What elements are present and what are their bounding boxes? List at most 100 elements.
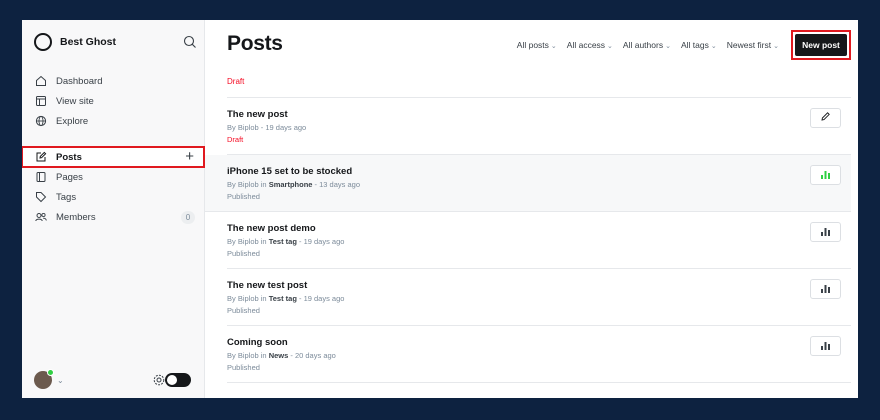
post-analytics-button[interactable]	[810, 336, 841, 356]
post-status: Published	[227, 306, 260, 315]
post-author: By Biplob in	[227, 180, 269, 189]
sidebar-item-label: View site	[56, 95, 94, 107]
filter-all-posts[interactable]: All posts ⌄	[517, 40, 557, 50]
post-status: Published	[227, 363, 260, 372]
gear-icon[interactable]	[152, 373, 166, 387]
new-post-button[interactable]: New post	[795, 34, 847, 56]
sidebar-item-label: Dashboard	[56, 75, 103, 87]
sidebar-item-label: Members	[56, 211, 96, 223]
post-tag[interactable]: News	[269, 351, 289, 360]
post-author: By Biplob in	[227, 351, 269, 360]
post-tag[interactable]: Smartphone	[269, 180, 313, 189]
nav-main: Posts + Pages Tags Members 0	[22, 146, 205, 227]
filter-all-access[interactable]: All access ⌄	[567, 40, 613, 50]
add-post-icon[interactable]: +	[185, 149, 194, 164]
chevron-down-icon: ⌄	[710, 43, 717, 50]
post-date: - 13 days ago	[312, 180, 360, 189]
sidebar-item-label: Posts	[56, 151, 82, 163]
post-meta: By Biplob - 19 days ago	[227, 123, 306, 132]
sort-newest-first[interactable]: Newest first ⌄	[727, 40, 779, 50]
post-author: By Biplob in	[227, 237, 269, 246]
post-date: - 20 days ago	[288, 351, 336, 360]
post-author: By Biplob in	[227, 294, 269, 303]
filter-label: All posts	[516, 40, 549, 50]
filter-label: All access	[566, 40, 606, 50]
post-analytics-button[interactable]	[810, 279, 841, 299]
filter-bar: All posts ⌄ All access ⌄ All authors ⌄ All …	[517, 40, 779, 50]
post-title[interactable]: The new test post	[227, 280, 307, 291]
post-title[interactable]: The new post	[227, 109, 288, 120]
post-status: Published	[227, 249, 260, 258]
filter-label: Newest first	[726, 40, 772, 50]
post-date: - 19 days ago	[296, 237, 345, 246]
tag-icon	[35, 191, 47, 203]
search-icon[interactable]	[182, 34, 198, 50]
post-meta: By Biplob in News - 20 days ago	[227, 351, 336, 360]
avatar[interactable]	[34, 369, 54, 389]
post-status: Published	[227, 192, 260, 201]
sidebar-item-posts[interactable]: Posts +	[22, 146, 205, 168]
filter-all-authors[interactable]: All authors ⌄	[623, 40, 671, 50]
site-logo-icon	[34, 33, 52, 51]
post-meta: By Biplob in Test tag - 19 days ago	[227, 237, 344, 246]
new-post-highlight: New post	[791, 30, 851, 60]
bar-chart-icon	[820, 337, 831, 355]
page-title: Posts	[227, 32, 283, 55]
chevron-down-icon: ⌄	[665, 43, 671, 50]
members-count-badge: 0	[181, 211, 195, 224]
post-author: By Biplob	[227, 123, 259, 132]
filter-label: All authors	[622, 40, 664, 50]
post-row[interactable]: Coming soon By Biplob in News - 20 days …	[227, 326, 851, 383]
edit-post-button[interactable]	[810, 108, 841, 128]
brand-name: Best Ghost	[60, 36, 117, 48]
sidebar-item-pages[interactable]: Pages	[22, 167, 204, 187]
home-icon	[35, 75, 47, 87]
dark-mode-toggle[interactable]	[165, 373, 191, 387]
filter-all-tags[interactable]: All tags ⌄	[681, 40, 717, 50]
sidebar-item-explore[interactable]: Explore	[22, 111, 204, 131]
pencil-icon	[820, 109, 831, 127]
main-content: Posts All posts ⌄ All access ⌄ All authors…	[205, 20, 858, 398]
post-analytics-button[interactable]	[810, 165, 841, 185]
chevron-down-icon: ⌄	[773, 43, 779, 50]
post-title[interactable]: iPhone 15 set to be stocked	[227, 166, 352, 177]
bar-chart-icon	[820, 166, 831, 184]
post-row[interactable]: iPhone 15 set to be stocked By Biplob in…	[205, 155, 851, 212]
sidebar-item-label: Tags	[56, 191, 77, 203]
post-title[interactable]: The new post demo	[227, 223, 316, 234]
sidebar-item-tags[interactable]: Tags	[22, 187, 204, 207]
post-status: Draft	[227, 135, 244, 144]
pencil-square-icon	[35, 151, 47, 163]
post-date: - 19 days ago	[258, 123, 307, 132]
sidebar-item-dashboard[interactable]: Dashboard	[22, 71, 204, 91]
post-date: - 19 days ago	[296, 294, 345, 303]
sidebar-item-label: Pages	[56, 171, 83, 183]
chevron-down-icon: ⌄	[550, 43, 557, 50]
post-tag[interactable]: Test tag	[269, 294, 297, 303]
members-icon	[35, 211, 47, 223]
brand[interactable]: Best Ghost	[34, 33, 116, 51]
toggle-knob	[167, 375, 177, 385]
post-meta: By Biplob in Smartphone - 13 days ago	[227, 180, 360, 189]
post-row[interactable]: The new post demo By Biplob in Test tag …	[227, 212, 851, 269]
sidebar-item-view-site[interactable]: View site	[22, 91, 204, 111]
bar-chart-icon	[820, 280, 831, 298]
chevron-down-icon: ⌄	[607, 43, 613, 50]
sidebar-item-members[interactable]: Members 0	[22, 207, 204, 227]
globe-icon	[35, 115, 47, 127]
draft-label: Draft	[227, 77, 245, 86]
filter-label: All tags	[680, 40, 709, 50]
pages-icon	[35, 171, 47, 183]
chevron-down-icon[interactable]: ⌄	[57, 376, 64, 385]
post-tag[interactable]: Test tag	[269, 237, 297, 246]
post-row[interactable]: The new test post By Biplob in Test tag …	[227, 269, 851, 326]
posts-list: The new post By Biplob - 19 days ago Dra…	[205, 97, 851, 383]
online-status-dot	[47, 369, 54, 376]
app-window: Best Ghost Dashboard View site Explore P…	[22, 20, 858, 398]
sidebar-item-label: Explore	[56, 115, 89, 127]
window-icon	[35, 95, 47, 107]
post-title[interactable]: Coming soon	[227, 337, 288, 348]
post-row[interactable]: The new post By Biplob - 19 days ago Dra…	[227, 98, 851, 155]
sidebar: Best Ghost Dashboard View site Explore P…	[22, 20, 205, 398]
post-analytics-button[interactable]	[810, 222, 841, 242]
